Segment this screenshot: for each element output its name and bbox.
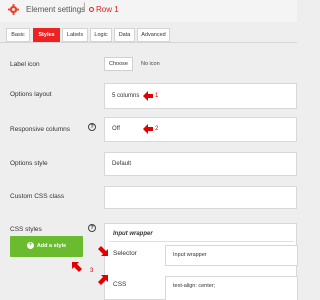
tab-logic[interactable]: Logic	[90, 28, 112, 42]
annotation-1: 1	[155, 93, 159, 99]
responsive-columns-label: Responsive columns	[10, 126, 70, 133]
responsive-columns-value: Off	[112, 126, 120, 132]
css-styles-help-icon[interactable]: ?	[88, 224, 96, 232]
tab-labels[interactable]: Labels	[62, 28, 88, 42]
options-style-select[interactable]: Default	[104, 152, 297, 176]
options-layout-label: Options layout	[10, 91, 52, 98]
options-style-value: Default	[112, 161, 132, 167]
dialog-title: Element settings	[26, 5, 86, 14]
annotation-arrow-3c-icon	[98, 275, 108, 285]
tab-advanced[interactable]: Advanced	[137, 28, 170, 42]
css-textarea[interactable]: text-align: center;	[165, 276, 298, 300]
choose-icon-button[interactable]: Choose	[104, 57, 133, 71]
options-layout-value: 5 columns	[112, 93, 140, 99]
no-icon-text: No icon	[141, 61, 160, 67]
annotation-arrow-3b-icon	[98, 246, 108, 256]
add-style-label: Add a style	[36, 243, 67, 249]
style-panel-title: Input wrapper	[113, 231, 153, 237]
tab-divider	[0, 42, 297, 43]
css-styles-label: CSS styles	[10, 226, 42, 233]
selector-input[interactable]: Input wrapper	[165, 245, 298, 266]
selector-value: Input wrapper	[173, 252, 207, 258]
label-icon-label: Label icon	[10, 61, 40, 68]
plus-icon: +	[26, 242, 34, 250]
options-layout-select[interactable]: 5 columns	[104, 83, 297, 109]
tab-styles[interactable]: Styles	[33, 28, 60, 42]
annotation-2: 2	[155, 126, 159, 132]
add-style-button[interactable]: + Add a style	[10, 236, 83, 257]
responsive-columns-select[interactable]: Off	[104, 117, 297, 142]
custom-css-class-label: Custom CSS class	[10, 193, 65, 200]
row-link-label: Row 1	[96, 5, 119, 14]
annotation-arrow-2-icon	[143, 124, 153, 134]
annotation-arrow-3a-icon	[72, 262, 82, 272]
style-panel: Input wrapper Selector Input wrapper CSS…	[104, 223, 298, 300]
title-separator: |	[83, 2, 86, 13]
css-label: CSS	[113, 281, 127, 288]
css-value: text-align: center;	[173, 283, 216, 289]
gear-icon	[8, 4, 19, 15]
tab-basic[interactable]: Basic	[6, 28, 30, 42]
title-bar: Element settings | Row 1	[0, 0, 297, 22]
tab-data[interactable]: Data	[114, 28, 135, 42]
annotation-arrow-1-icon	[143, 91, 153, 101]
row-dot-icon	[89, 7, 94, 13]
style-panel-divider	[109, 241, 294, 242]
responsive-columns-help-icon[interactable]: ?	[88, 123, 96, 131]
options-style-label: Options style	[10, 160, 48, 167]
row-link[interactable]: Row 1	[89, 5, 119, 14]
annotation-3: 3	[90, 268, 94, 274]
selector-label: Selector	[113, 250, 137, 257]
custom-css-class-input[interactable]	[104, 186, 297, 209]
